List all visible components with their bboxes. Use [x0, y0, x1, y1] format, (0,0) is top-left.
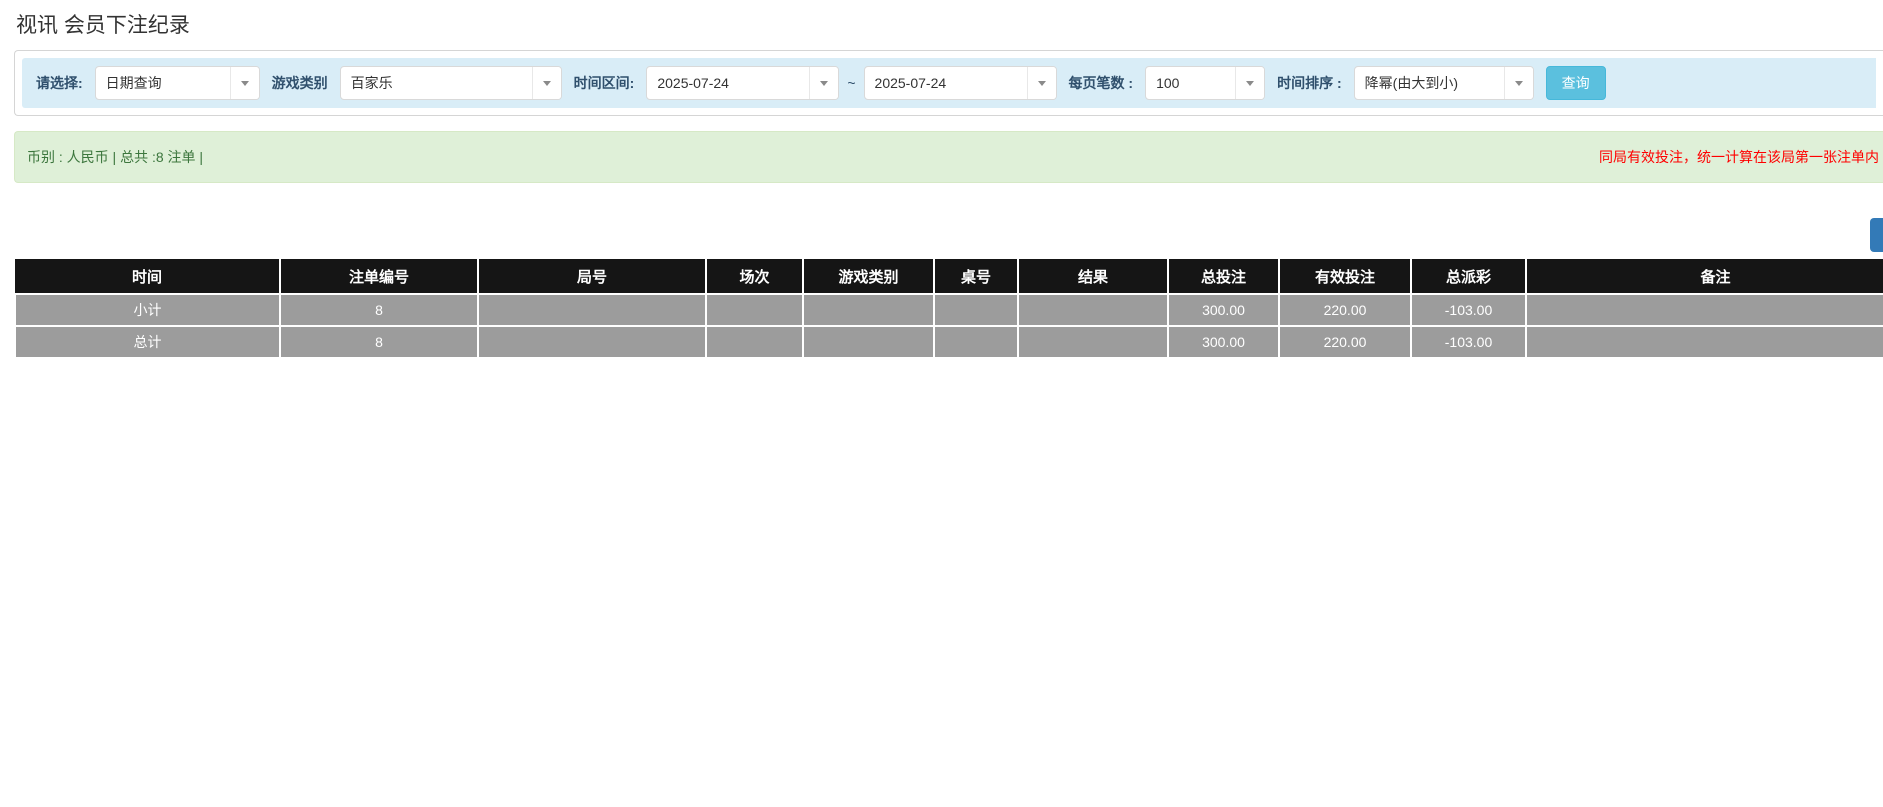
table-footer: 小计8 300.00220.00-103.00 总计8 300.00220.00-10…: [15, 294, 1883, 358]
game-type-select[interactable]: 百家乐: [340, 66, 562, 100]
sort-order-value: 降幂(由大到小): [1355, 67, 1504, 99]
date-to-select[interactable]: 2025-07-24: [864, 66, 1057, 100]
page-size-label: 每页笔数 :: [1069, 73, 1134, 93]
footer-empty: [478, 294, 706, 326]
sort-order-label: 时间排序 :: [1277, 73, 1342, 93]
chevron-down-icon[interactable]: [1027, 67, 1056, 99]
column-header-0: 时间: [15, 259, 280, 294]
date-from-select[interactable]: 2025-07-24: [646, 66, 839, 100]
footer-empty: [803, 294, 934, 326]
footer-payout: -103.00: [1411, 294, 1526, 326]
chevron-down-icon[interactable]: [532, 67, 561, 99]
sort-order-select[interactable]: 降幂(由大到小): [1354, 66, 1534, 100]
column-header-1: 注单编号: [280, 259, 478, 294]
footer-empty: [934, 294, 1018, 326]
column-header-8: 有效投注: [1279, 259, 1411, 294]
footer-empty: [934, 326, 1018, 358]
footer-valid-bet: 220.00: [1279, 326, 1411, 358]
footer-empty: [1526, 326, 1883, 358]
column-header-6: 结果: [1018, 259, 1168, 294]
column-header-7: 总投注: [1168, 259, 1279, 294]
date-to-value: 2025-07-24: [865, 67, 1027, 99]
table-header: 时间注单编号局号场次游戏类别桌号结果总投注有效投注总派彩备注: [15, 259, 1883, 294]
grand-total-row: 总计8 300.00220.00-103.00: [15, 326, 1883, 358]
filter-panel: 请选择: 日期查询 游戏类别 百家乐 时间区间: 2025-07-24 ~ 20…: [14, 50, 1883, 116]
query-type-value: 日期查询: [96, 67, 230, 99]
date-from-value: 2025-07-24: [647, 67, 809, 99]
column-header-4: 游戏类别: [803, 259, 934, 294]
column-header-9: 总派彩: [1411, 259, 1526, 294]
footer-empty: [1018, 326, 1168, 358]
footer-label: 总计: [15, 326, 280, 358]
column-header-10: 备注: [1526, 259, 1883, 294]
footer-empty: [706, 326, 803, 358]
summary-notice: 同局有效投注，统一计算在该局第一张注单内: [1599, 147, 1879, 167]
footer-count: 8: [280, 294, 478, 326]
summary-bar: 币别 : 人民币 | 总共 :8 注单 | 同局有效投注，统一计算在该局第一张注…: [14, 131, 1883, 183]
footer-empty: [803, 326, 934, 358]
page-size-value: 100: [1146, 67, 1235, 99]
footer-count: 8: [280, 326, 478, 358]
query-type-label: 请选择:: [36, 73, 83, 93]
search-button[interactable]: 查询: [1546, 66, 1606, 100]
export-button-partial[interactable]: [1870, 218, 1883, 252]
chevron-down-icon[interactable]: [1235, 67, 1264, 99]
footer-total-bet: 300.00: [1168, 294, 1279, 326]
range-separator: ~: [847, 75, 855, 91]
column-header-3: 场次: [706, 259, 803, 294]
records-table: 时间注单编号局号场次游戏类别桌号结果总投注有效投注总派彩备注 小计8 300.00…: [14, 259, 1883, 359]
column-header-2: 局号: [478, 259, 706, 294]
filter-bar: 请选择: 日期查询 游戏类别 百家乐 时间区间: 2025-07-24 ~ 20…: [22, 58, 1876, 108]
chevron-down-icon[interactable]: [230, 67, 259, 99]
footer-valid-bet: 220.00: [1279, 294, 1411, 326]
footer-label: 小计: [15, 294, 280, 326]
summary-currency-count: 币别 : 人民币 | 总共 :8 注单 |: [27, 147, 203, 167]
query-type-select[interactable]: 日期查询: [95, 66, 260, 100]
game-type-label: 游戏类别: [272, 73, 328, 93]
page-title: 视讯 会员下注纪录: [16, 12, 1883, 40]
footer-empty: [706, 294, 803, 326]
chevron-down-icon[interactable]: [809, 67, 838, 99]
chevron-down-icon[interactable]: [1504, 67, 1533, 99]
footer-payout: -103.00: [1411, 326, 1526, 358]
column-header-5: 桌号: [934, 259, 1018, 294]
footer-total-bet: 300.00: [1168, 326, 1279, 358]
time-range-label: 时间区间:: [574, 73, 635, 93]
subtotal-row: 小计8 300.00220.00-103.00: [15, 294, 1883, 326]
footer-empty: [1018, 294, 1168, 326]
page-size-select[interactable]: 100: [1145, 66, 1265, 100]
footer-empty: [478, 326, 706, 358]
game-type-value: 百家乐: [341, 67, 532, 99]
footer-empty: [1526, 294, 1883, 326]
